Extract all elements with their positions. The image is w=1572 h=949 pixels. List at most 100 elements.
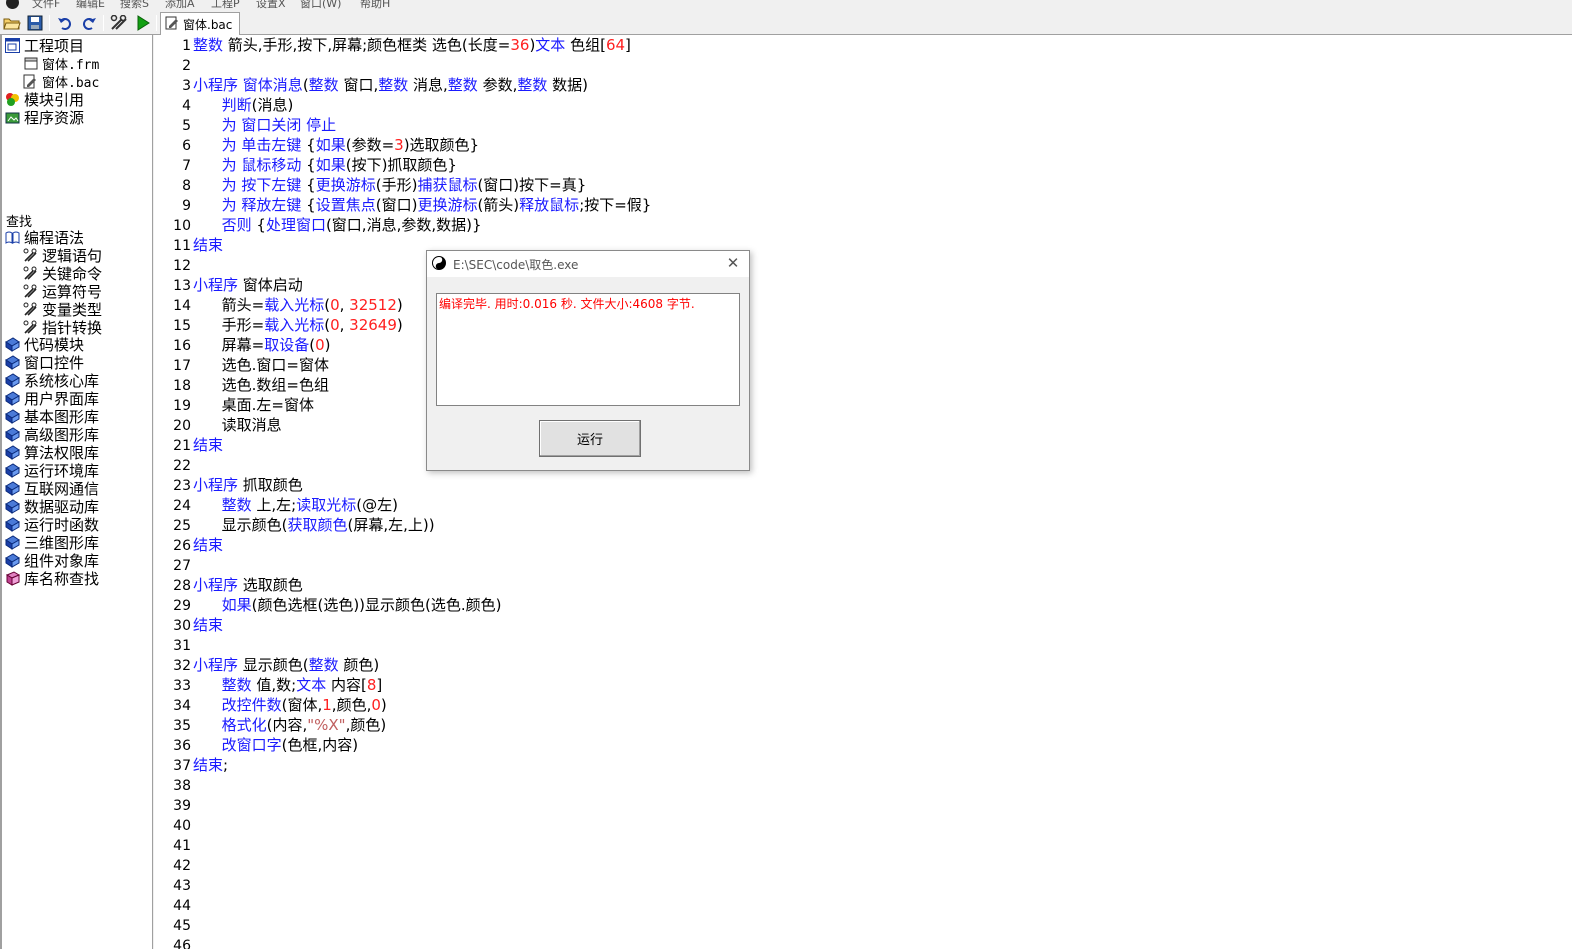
redo-icon[interactable] (80, 14, 98, 32)
code-line[interactable]: 19 桌面.左=窗体 (154, 395, 314, 415)
code-line[interactable]: 15 手形=载入光标(0, 32649) (154, 315, 403, 335)
code-number: 1 (322, 696, 332, 714)
code-line[interactable]: 30 结束 (154, 615, 223, 635)
tree-file-bac[interactable]: 窗体.bac (22, 72, 99, 91)
code-line[interactable]: 45 (154, 915, 191, 935)
tree-grammar-item[interactable]: 运算符号 (22, 282, 102, 301)
code-line[interactable]: 2 (154, 55, 191, 75)
code-line[interactable]: 29 如果(颜色选框(选色))显示颜色(选色.颜色) (154, 595, 501, 615)
code-line[interactable]: 10 否则 {处理窗口(窗口,消息,参数,数据)} (154, 215, 481, 235)
tree-grammar-item[interactable]: 关键命令 (22, 264, 102, 283)
tree-library-item[interactable]: 高级图形库 (4, 425, 99, 444)
code-line[interactable]: 3 小程序 窗体消息(整数 窗口,整数 消息,整数 参数,整数 数据) (154, 75, 588, 95)
tree-library-item[interactable]: 运行时函数 (4, 515, 99, 534)
code-line[interactable]: 24 整数 上,左;读取光标(@左) (154, 495, 398, 515)
code-line[interactable]: 5 为 窗口关闭 停止 (154, 115, 336, 135)
code-line[interactable]: 41 (154, 835, 191, 855)
code-line[interactable]: 20 读取消息 (154, 415, 281, 435)
tree-grammar-item[interactable]: 逻辑语句 (22, 246, 102, 265)
code-line[interactable]: 31 (154, 635, 191, 655)
tree-library-item[interactable]: 算法权限库 (4, 443, 99, 462)
code-line[interactable]: 22 (154, 455, 191, 475)
code-line[interactable]: 38 (154, 775, 191, 795)
code-editor[interactable]: 1 整数 箭头,手形,按下,屏幕;颜色框类 选色(长度=36)文本 色组[64] 2… (154, 35, 1572, 949)
code-line[interactable]: 43 (154, 875, 191, 895)
code-line[interactable]: 26 结束 (154, 535, 223, 555)
open-folder-icon[interactable] (3, 14, 21, 32)
code-line[interactable]: 1 整数 箭头,手形,按下,屏幕;颜色框类 选色(长度=36)文本 色组[64] (154, 35, 631, 55)
menu-add[interactable]: 添加A (165, 0, 195, 11)
menu-window[interactable]: 窗口(W) (300, 0, 341, 11)
code-keyword: 如果 (315, 136, 346, 154)
code-line[interactable]: 4 判断(消息) (154, 95, 293, 115)
tree-library-item[interactable]: 基本图形库 (4, 407, 99, 426)
tree-library-item[interactable]: 用户界面库 (4, 389, 99, 408)
code-line[interactable]: 7 为 鼠标移动 {如果(按下)抓取颜色} (154, 155, 457, 175)
library-book-icon (4, 516, 20, 532)
code-line[interactable]: 16 屏幕=取设备(0) (154, 335, 330, 355)
tree-library-item[interactable]: 数据驱动库 (4, 497, 99, 516)
code-token: 内容[ (326, 676, 367, 694)
code-line[interactable]: 27 (154, 555, 191, 575)
save-icon[interactable] (26, 14, 44, 32)
tree-grammar[interactable]: 编程语法 (4, 228, 84, 247)
code-line[interactable]: 42 (154, 855, 191, 875)
code-line[interactable]: 44 (154, 895, 191, 915)
code-line[interactable]: 39 (154, 795, 191, 815)
code-line[interactable]: 14 箭头=载入光标(0, 32512) (154, 295, 403, 315)
close-icon[interactable]: ✕ (725, 255, 741, 271)
menu-edit[interactable]: 编辑E (76, 0, 105, 11)
code-line[interactable]: 36 改窗口字(色框,内容) (154, 735, 358, 755)
menu-project[interactable]: 工程P (211, 0, 240, 11)
tree-library-item[interactable]: 组件对象库 (4, 551, 99, 570)
code-line[interactable]: 28 小程序 选取颜色 (154, 575, 303, 595)
run-play-icon[interactable] (134, 14, 152, 32)
code-line[interactable]: 12 (154, 255, 191, 275)
menu-file[interactable]: 文件F (32, 0, 60, 11)
build-tools-icon[interactable] (110, 14, 128, 32)
code-line[interactable]: 13 小程序 窗体启动 (154, 275, 303, 295)
code-line[interactable]: 23 小程序 抓取颜色 (154, 475, 303, 495)
compile-output-box[interactable]: 编译完毕. 用时:0.016 秒. 文件大小:4608 字节. (436, 293, 740, 406)
tree-project-root[interactable]: 工程项目 (4, 36, 84, 55)
code-line[interactable]: 18 选色.数组=色组 (154, 375, 329, 395)
code-line[interactable]: 11 结束 (154, 235, 223, 255)
code-line[interactable]: 25 显示颜色(获取颜色(屏幕,左,上)) (154, 515, 434, 535)
code-line[interactable]: 34 改控件数(窗体,1,颜色,0) (154, 695, 387, 715)
tree-library-item[interactable]: 系统核心库 (4, 371, 99, 390)
tree-file-frm[interactable]: 窗体.frm (22, 54, 99, 73)
code-line[interactable]: 9 为 释放左键 {设置焦点(窗口)更换游标(箭头)释放鼠标;按下=假} (154, 195, 651, 215)
tree-library-item[interactable]: 窗口控件 (4, 353, 84, 372)
tree-search-lib[interactable]: 库名称查找 (4, 569, 99, 588)
code-line[interactable]: 21 结束 (154, 435, 223, 455)
code-line[interactable]: 32 小程序 显示颜色(整数 颜色) (154, 655, 379, 675)
code-line[interactable]: 17 选色.窗口=窗体 (154, 355, 329, 375)
tree-library-item[interactable]: 代码模块 (4, 335, 84, 354)
tab-source-file[interactable]: 窗体.bac (160, 12, 240, 35)
code-token: 窗体启动 (238, 276, 303, 294)
menu-settings[interactable]: 设置X (256, 0, 286, 11)
menu-search[interactable]: 搜索S (120, 0, 149, 11)
code-token: (箭头) (477, 196, 520, 214)
code-keyword: 结束 (193, 616, 224, 634)
code-line[interactable]: 40 (154, 815, 191, 835)
code-line[interactable]: 46 (154, 935, 191, 949)
run-button[interactable]: 运行 (539, 420, 641, 457)
code-text: 为 窗口关闭 停止 (193, 115, 337, 135)
tree-grammar-item[interactable]: 变量类型 (22, 300, 102, 319)
tree-module-ref[interactable]: 模块引用 (4, 90, 84, 109)
tree-library-item[interactable]: 三维图形库 (4, 533, 99, 552)
undo-icon[interactable] (56, 14, 74, 32)
tree-resources[interactable]: 程序资源 (4, 108, 84, 127)
menu-help[interactable]: 帮助H (360, 0, 390, 11)
tree-library-item[interactable]: 运行环境库 (4, 461, 99, 480)
code-line[interactable]: 8 为 按下左键 {更换游标(手形)捕获鼠标(窗口)按下=真} (154, 175, 586, 195)
tree-library-item[interactable]: 互联网通信 (4, 479, 99, 498)
code-line[interactable]: 35 格式化(内容,"%X",颜色) (154, 715, 386, 735)
code-line[interactable]: 6 为 单击左键 {如果(参数=3)选取颜色} (154, 135, 479, 155)
code-line[interactable]: 37 结束; (154, 755, 228, 775)
code-line[interactable]: 33 整数 值,数;文本 内容[8] (154, 675, 382, 695)
